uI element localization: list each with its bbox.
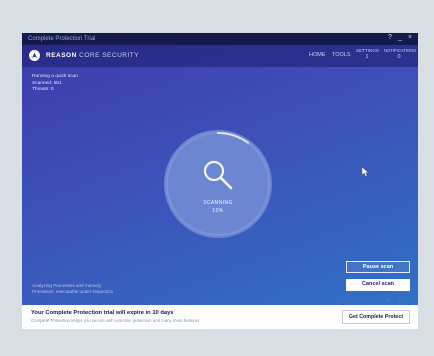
nav-notifications-badge: 0 <box>397 54 401 60</box>
title-bar: Complete Protection Trial ? _ × <box>22 33 418 45</box>
nav-home[interactable]: HOME <box>309 52 326 59</box>
nav-tools-label: TOOLS <box>332 52 351 58</box>
pager-next-icon[interactable]: › <box>399 298 401 304</box>
promo-pager: ‹ › <box>388 298 401 304</box>
magnifier-icon <box>203 160 233 190</box>
nav-tools[interactable]: TOOLS <box>332 52 351 59</box>
scan-status: Running a quick scan Scanned: 551 Threat… <box>32 74 78 94</box>
minimize-button[interactable]: _ <box>398 34 402 41</box>
trial-banner-subtitle: Complete Protection keeps you secure wit… <box>31 318 200 323</box>
nav-settings-label: SETTINGS <box>356 48 379 53</box>
trial-banner-title: Your Complete Protection trial will expi… <box>31 310 174 316</box>
get-complete-protection-button[interactable]: Get Complete Protect <box>342 310 410 324</box>
analyzing-info: Analyzing Processes and memory Processes… <box>32 283 113 295</box>
brand-name-bold: REASON <box>46 52 77 59</box>
mouse-pointer-icon <box>362 167 370 177</box>
progress-arc <box>217 132 249 144</box>
nav-notifications-label: NOTIFICATIONS <box>384 48 417 53</box>
nav-notifications[interactable]: NOTIFICATIONS 0 <box>384 47 417 61</box>
brand-name-rest: CORE SECURITY <box>79 52 140 59</box>
brand-name: REASON CORE SECURITY <box>46 52 139 59</box>
analyzing-detail: Processes: executable under inspection <box>32 289 114 294</box>
scanning-label: SCANNING <box>203 200 233 206</box>
close-button[interactable]: × <box>408 34 412 41</box>
cancel-scan-button[interactable]: Cancel scan <box>346 279 410 291</box>
app-window: Complete Protection Trial ? _ × REASON C… <box>22 33 418 329</box>
threats-count: Threats: 0 <box>32 87 54 92</box>
window-title: Complete Protection Trial <box>28 36 96 42</box>
shield-icon <box>32 52 37 58</box>
nav-settings-badge: 1 <box>365 54 369 60</box>
scan-progress-ring: SCANNING 10% <box>164 130 272 238</box>
scan-percent: 10% <box>212 208 224 214</box>
app-header: REASON CORE SECURITY HOME TOOLS SETTINGS… <box>22 45 418 67</box>
help-button[interactable]: ? <box>388 34 392 41</box>
scan-status-title: Running a quick scan <box>32 74 78 79</box>
pager-prev-icon[interactable]: ‹ <box>388 298 390 304</box>
nav-settings[interactable]: SETTINGS 1 <box>356 47 379 61</box>
trial-banner: Your Complete Protection trial will expi… <box>22 305 418 329</box>
logo-icon <box>29 50 40 61</box>
nav-home-label: HOME <box>309 52 326 58</box>
pause-scan-button[interactable]: Pause scan <box>346 261 410 273</box>
